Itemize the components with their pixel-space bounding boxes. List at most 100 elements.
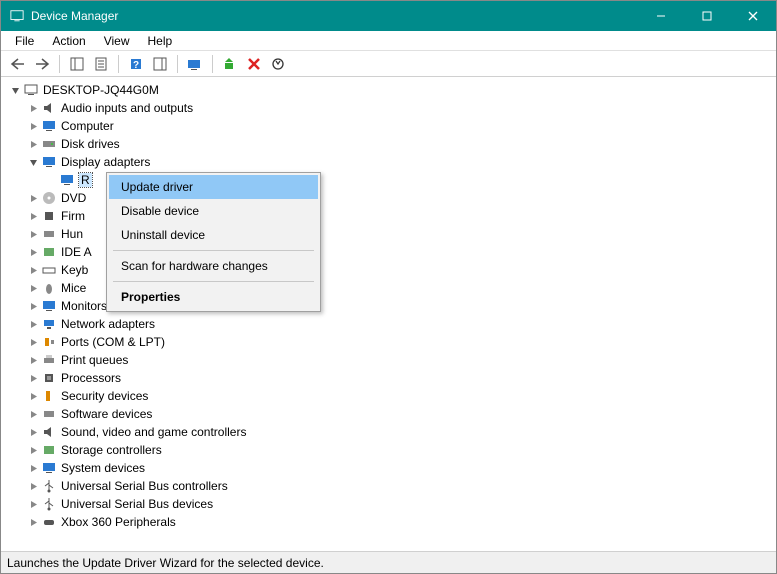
action-pane-button[interactable] [149,53,171,75]
title-bar: Device Manager [1,1,776,31]
expand-icon[interactable] [27,336,39,348]
tree-node-display[interactable]: Display adapters [9,153,776,171]
ctx-scan-hardware[interactable]: Scan for hardware changes [109,254,318,278]
device-tree[interactable]: DESKTOP-JQ44G0M Audio inputs and outputs… [1,77,776,551]
minimize-button[interactable] [638,1,684,31]
expand-icon[interactable] [27,192,39,204]
expand-icon[interactable] [27,282,39,294]
network-icon [41,316,57,332]
collapse-icon[interactable] [9,84,21,96]
ctx-update-driver[interactable]: Update driver [109,175,318,199]
tree-node-label: Computer [61,119,114,133]
expand-icon[interactable] [27,516,39,528]
tree-node-usb-devices[interactable]: Universal Serial Bus devices [9,495,776,513]
tree-node-label: Processors [61,371,121,385]
ctx-uninstall-device[interactable]: Uninstall device [109,223,318,247]
tree-node-sound[interactable]: Sound, video and game controllers [9,423,776,441]
tree-node-printq[interactable]: Print queues [9,351,776,369]
tree-node-disk[interactable]: Disk drives [9,135,776,153]
monitor-icon [41,118,57,134]
tree-node-security[interactable]: Security devices [9,387,776,405]
toolbar: ? [1,51,776,77]
security-icon [41,388,57,404]
tree-node-label: Monitors [61,299,107,313]
cpu-icon [41,370,57,386]
expand-icon[interactable] [27,210,39,222]
expand-icon[interactable] [27,426,39,438]
uninstall-device-button[interactable] [243,53,265,75]
disc-icon [41,190,57,206]
menu-view[interactable]: View [96,32,138,50]
expand-icon[interactable] [27,408,39,420]
tree-node-label: Storage controllers [61,443,162,457]
tree-root[interactable]: DESKTOP-JQ44G0M [9,81,776,99]
ctx-separator [113,250,314,251]
disk-icon [41,136,57,152]
software-icon [41,406,57,422]
ctx-disable-device[interactable]: Disable device [109,199,318,223]
ctx-properties[interactable]: Properties [109,285,318,309]
tree-node-label: Security devices [61,389,148,403]
tree-node-network[interactable]: Network adapters [9,315,776,333]
forward-button[interactable] [31,53,53,75]
expand-icon[interactable] [27,318,39,330]
expand-icon[interactable] [27,390,39,402]
expand-icon[interactable] [27,444,39,456]
tree-node-software[interactable]: Software devices [9,405,776,423]
disable-device-button[interactable] [267,53,289,75]
context-menu: Update driver Disable device Uninstall d… [106,172,321,312]
expand-icon[interactable] [27,498,39,510]
tree-node-system[interactable]: System devices [9,459,776,477]
toolbar-separator [59,55,60,73]
back-button[interactable] [7,53,29,75]
monitor-icon [41,298,57,314]
tree-node-ports[interactable]: Ports (COM & LPT) [9,333,776,351]
update-driver-button[interactable] [219,53,241,75]
tree-node-usb-controllers[interactable]: Universal Serial Bus controllers [9,477,776,495]
tree-node-label: Universal Serial Bus devices [61,497,213,511]
expand-icon[interactable] [27,354,39,366]
collapse-icon[interactable] [27,156,39,168]
scan-hardware-button[interactable] [184,53,206,75]
usb-icon [41,496,57,512]
expand-icon[interactable] [27,462,39,474]
keyboard-icon [41,262,57,278]
expand-icon[interactable] [27,264,39,276]
expand-icon[interactable] [27,246,39,258]
expand-icon[interactable] [27,102,39,114]
show-hide-console-tree-button[interactable] [66,53,88,75]
app-icon [9,8,25,24]
computer-root-icon [23,82,39,98]
tree-node-xbox[interactable]: Xbox 360 Peripherals [9,513,776,531]
tree-node-label: Mice [61,281,86,295]
expand-icon[interactable] [27,228,39,240]
menu-action[interactable]: Action [44,32,93,50]
expand-icon[interactable] [27,372,39,384]
expand-icon[interactable] [27,300,39,312]
usb-icon [41,478,57,494]
tree-node-storage[interactable]: Storage controllers [9,441,776,459]
tree-node-label: Disk drives [61,137,120,151]
menu-help[interactable]: Help [140,32,181,50]
maximize-button[interactable] [684,1,730,31]
tree-node-label: Display adapters [61,155,150,169]
expand-icon[interactable] [27,480,39,492]
tree-node-label: Keyb [61,263,88,277]
tree-node-computer[interactable]: Computer [9,117,776,135]
tree-node-processors[interactable]: Processors [9,369,776,387]
mouse-icon [41,280,57,296]
close-button[interactable] [730,1,776,31]
display-adapter-icon [41,154,57,170]
tree-node-label: DVD [61,191,86,205]
expand-icon[interactable] [27,138,39,150]
menu-file[interactable]: File [7,32,42,50]
tree-node-label: DESKTOP-JQ44G0M [43,83,159,97]
port-icon [41,334,57,350]
tree-node-label: Software devices [61,407,152,421]
tree-node-audio[interactable]: Audio inputs and outputs [9,99,776,117]
help-button[interactable]: ? [125,53,147,75]
display-adapter-icon [59,172,75,188]
tree-node-label: Sound, video and game controllers [61,425,246,439]
expand-icon[interactable] [27,120,39,132]
properties-button[interactable] [90,53,112,75]
